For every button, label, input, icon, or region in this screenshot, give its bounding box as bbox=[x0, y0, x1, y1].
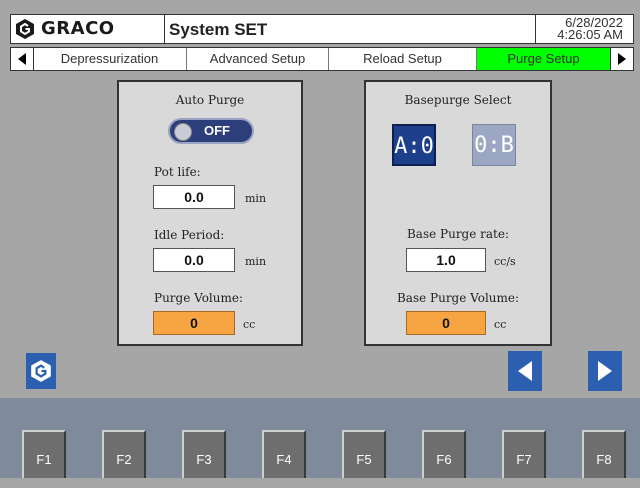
toggle-state-label: OFF bbox=[204, 123, 230, 138]
base-purge-volume-unit: cc bbox=[494, 318, 507, 331]
f6-key[interactable]: F6 bbox=[422, 430, 466, 478]
auto-purge-label: Auto Purge bbox=[175, 93, 245, 107]
purge-volume-label: Purge Volume: bbox=[154, 291, 244, 305]
graco-logo-icon bbox=[16, 19, 34, 39]
pot-life-label: Pot life: bbox=[154, 165, 201, 179]
basepurge-option-a-button[interactable]: A:0 bbox=[392, 124, 436, 166]
pot-life-unit: min bbox=[245, 192, 267, 205]
graco-home-button[interactable] bbox=[26, 353, 56, 389]
pot-life-input[interactable]: 0.0 bbox=[153, 185, 235, 209]
f2-key[interactable]: F2 bbox=[102, 430, 146, 478]
arrow-right-icon bbox=[598, 361, 612, 381]
idle-period-unit: min bbox=[245, 255, 267, 268]
page-title: System SET bbox=[169, 20, 268, 39]
basepurge-panel: Basepurge Select A:0 0:B Base Purge rate… bbox=[364, 80, 552, 346]
tab-purge-setup[interactable]: Purge Setup bbox=[477, 48, 611, 70]
f3-key[interactable]: F3 bbox=[182, 430, 226, 478]
next-screen-button[interactable] bbox=[588, 351, 622, 391]
basepurge-option-b-button[interactable]: 0:B bbox=[472, 124, 516, 166]
f5-key[interactable]: F5 bbox=[342, 430, 386, 478]
f8-key[interactable]: F8 bbox=[582, 430, 626, 478]
title-bar: GRACO System SET 6/28/2022 4:26:05 AM bbox=[10, 14, 634, 44]
auto-purge-toggle[interactable]: OFF bbox=[168, 118, 254, 144]
idle-period-label: Idle Period: bbox=[154, 228, 225, 242]
purge-volume-unit: cc bbox=[243, 318, 256, 331]
tab-advanced-setup[interactable]: Advanced Setup bbox=[187, 48, 329, 70]
toggle-knob bbox=[174, 123, 192, 141]
brand-name: GRACO bbox=[41, 18, 115, 39]
tab-scroll-right-button[interactable] bbox=[610, 48, 633, 70]
datetime-display: 6/28/2022 4:26:05 AM bbox=[557, 16, 623, 42]
triangle-right-icon bbox=[618, 53, 626, 65]
time-text: 4:26:05 AM bbox=[557, 27, 623, 42]
tab-reload-setup[interactable]: Reload Setup bbox=[329, 48, 477, 70]
base-purge-volume-input[interactable]: 0 bbox=[406, 311, 486, 335]
title-box: System SET bbox=[164, 15, 536, 43]
base-purge-rate-input[interactable]: 1.0 bbox=[406, 248, 486, 272]
graco-logo-icon bbox=[31, 360, 51, 382]
triangle-left-icon bbox=[18, 53, 26, 65]
tab-depressurization[interactable]: Depressurization bbox=[33, 48, 187, 70]
tab-scroll-left-button[interactable] bbox=[11, 48, 34, 70]
tab-bar: Depressurization Advanced Setup Reload S… bbox=[10, 47, 634, 71]
idle-period-input[interactable]: 0.0 bbox=[153, 248, 235, 272]
f4-key[interactable]: F4 bbox=[262, 430, 306, 478]
previous-screen-button[interactable] bbox=[508, 351, 542, 391]
auto-purge-panel: Auto Purge OFF Pot life: 0.0 min Idle Pe… bbox=[117, 80, 303, 346]
basepurge-select-label: Basepurge Select bbox=[404, 93, 512, 107]
base-purge-volume-label: Base Purge Volume: bbox=[396, 291, 520, 305]
f1-key[interactable]: F1 bbox=[22, 430, 66, 478]
f7-key[interactable]: F7 bbox=[502, 430, 546, 478]
base-purge-rate-label: Base Purge rate: bbox=[406, 227, 510, 241]
base-purge-rate-unit: cc/s bbox=[494, 255, 516, 268]
arrow-left-icon bbox=[518, 361, 532, 381]
purge-volume-input[interactable]: 0 bbox=[153, 311, 235, 335]
